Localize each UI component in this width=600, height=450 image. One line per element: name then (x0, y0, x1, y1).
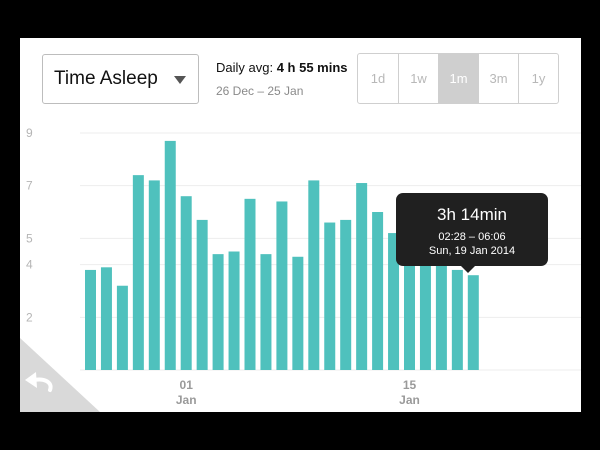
tooltip-duration: 3h 14min (437, 205, 507, 224)
x-tick-month: Jan (176, 393, 197, 407)
bar-31-dec[interactable] (164, 140, 176, 370)
bar-07-jan[interactable] (276, 201, 288, 370)
y-tick-label: 9 (26, 126, 33, 140)
bar-13-jan[interactable] (372, 212, 384, 370)
bar-tooltip: 3h 14min 02:28 – 06:06 Sun, 19 Jan 2014 (396, 193, 548, 273)
app-screen: Time Asleep Daily avg: 4 h 55 mins 26 De… (20, 38, 581, 412)
bar-11-jan[interactable] (340, 219, 352, 370)
tooltip-date: Sun, 19 Jan 2014 (428, 245, 516, 257)
x-tick-month: Jan (399, 393, 420, 407)
bar-12-jan[interactable] (356, 183, 368, 370)
bar-30-dec[interactable] (148, 180, 160, 370)
bar-06-jan[interactable] (260, 254, 272, 370)
y-tick-label: 2 (26, 310, 33, 324)
bar-10-jan[interactable] (324, 222, 336, 370)
bar-04-jan[interactable] (228, 251, 240, 371)
x-tick-day: 15 (403, 378, 417, 392)
bar-15-jan[interactable] (404, 264, 415, 370)
bar-08-jan[interactable] (292, 256, 304, 370)
bar-28-dec[interactable] (116, 285, 128, 370)
bar-18-jan[interactable] (451, 269, 463, 370)
bar-03-jan[interactable] (212, 254, 224, 370)
back-button[interactable] (20, 338, 100, 412)
x-tick-day: 01 (180, 378, 194, 392)
bar-02-jan[interactable] (196, 219, 208, 370)
bar-19-jan[interactable] (467, 275, 479, 370)
bar-01-jan[interactable] (180, 196, 192, 370)
bar-27-dec[interactable] (100, 267, 112, 370)
y-tick-label: 4 (26, 258, 33, 272)
bar-29-dec[interactable] (132, 175, 144, 370)
y-tick-label: 7 (26, 179, 33, 193)
y-tick-label: 5 (26, 231, 33, 245)
bar-05-jan[interactable] (244, 198, 256, 370)
tooltip-time-range: 02:28 – 06:06 (438, 231, 506, 243)
tooltip-pointer (461, 266, 475, 273)
bar-09-jan[interactable] (308, 180, 320, 370)
